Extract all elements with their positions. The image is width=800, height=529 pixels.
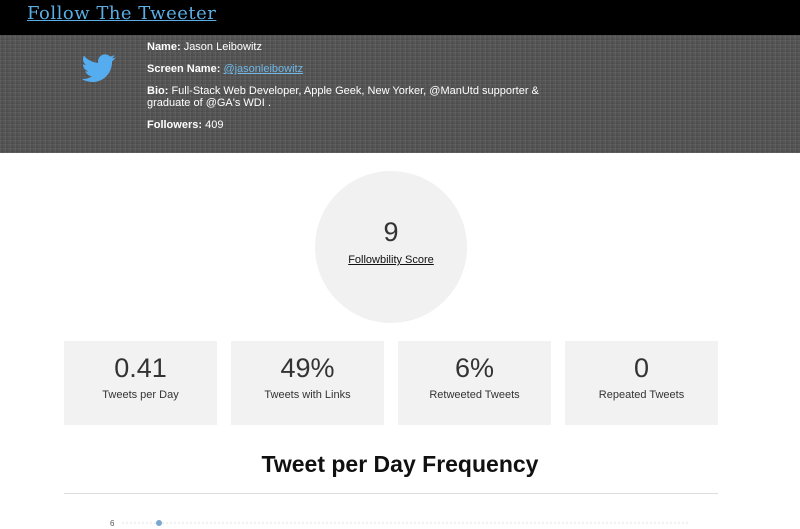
profile-name: Jason Leibowitz (183, 41, 262, 53)
frequency-chart: 6 (110, 519, 690, 528)
twitter-bird-icon (81, 54, 116, 83)
profile-screen-name-row: Screen Name: @jasonleibowitz (147, 63, 567, 75)
screen-name-label: Screen Name: (147, 63, 221, 75)
brand-link[interactable]: Follow The Tweeter (27, 3, 216, 24)
stat-label: Tweets with Links (264, 389, 351, 401)
section-divider (64, 493, 718, 494)
profile-followers-row: Followers: 409 (147, 119, 567, 131)
stat-label: Repeated Tweets (598, 389, 685, 401)
followers-label: Followers: (147, 119, 203, 131)
screen-name-link[interactable]: @jasonleibowitz (223, 63, 303, 75)
profile-banner: Name: Jason Leibowitz Screen Name: @jaso… (0, 35, 800, 153)
stat-value: 0.41 (114, 353, 167, 383)
y-tick-top: 6 (110, 519, 115, 528)
stat-value: 6% (454, 353, 495, 383)
stat-card-retweeted: 6% Retweeted Tweets (398, 341, 551, 425)
score-label-link[interactable]: Followbility Score (315, 254, 467, 266)
top-navbar: Follow The Tweeter (0, 0, 800, 35)
followers-count: 409 (205, 119, 224, 131)
stat-label: Retweeted Tweets (429, 389, 520, 401)
followability-score-circle: 9 Followbility Score (315, 171, 467, 323)
stat-card-tweets-per-day: 0.41 Tweets per Day (64, 341, 217, 425)
frequency-chart-title: Tweet per Day Frequency (261, 451, 539, 477)
stat-card-repeated: 0 Repeated Tweets (565, 341, 718, 425)
name-label: Name: (147, 41, 181, 53)
chart-point (156, 520, 162, 526)
stat-value: 49% (280, 353, 335, 383)
bio-label: Bio: (147, 85, 169, 97)
profile-name-row: Name: Jason Leibowitz (147, 41, 567, 53)
stat-value: 0 (633, 353, 650, 383)
profile-bio-row: Bio: Full-Stack Web Developer, Apple Gee… (147, 85, 567, 109)
profile-bio: Full-Stack Web Developer, Apple Geek, Ne… (147, 85, 539, 109)
stat-card-tweets-with-links: 49% Tweets with Links (231, 341, 384, 425)
profile-info: Name: Jason Leibowitz Screen Name: @jaso… (147, 41, 567, 141)
stat-label: Tweets per Day (102, 389, 179, 401)
score-value: 9 (383, 217, 399, 247)
